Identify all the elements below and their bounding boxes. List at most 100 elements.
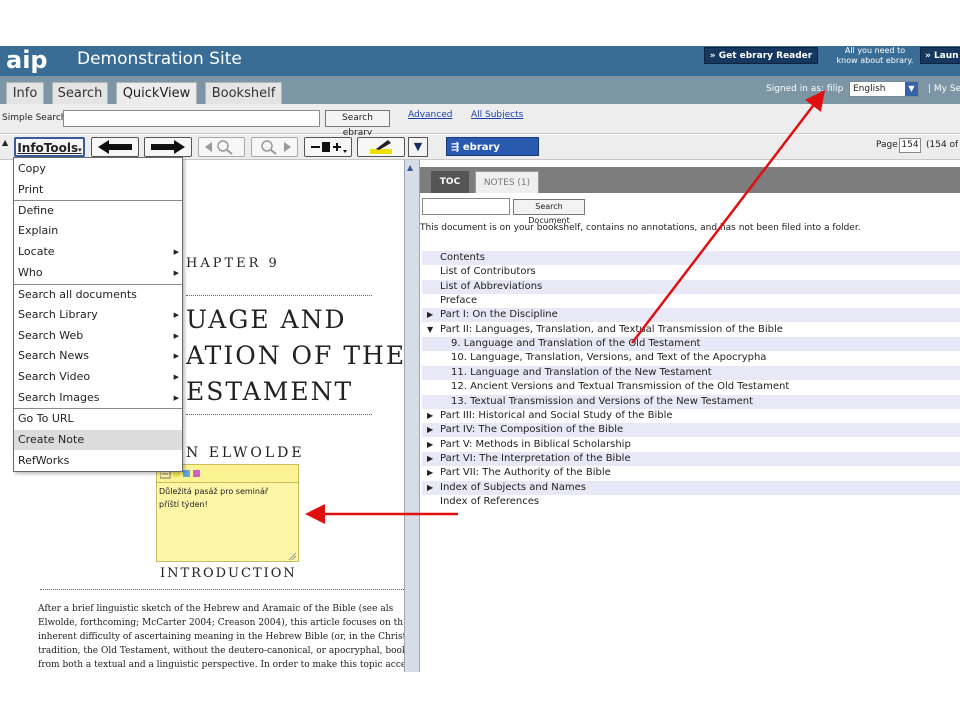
toc-item-label: Part I: On the Discipline xyxy=(440,309,558,321)
document-search-input[interactable] xyxy=(422,198,510,215)
ebrary-reader-button[interactable]: ⇶ ebrary Reader xyxy=(446,137,539,172)
highlighter-icon xyxy=(370,140,392,154)
menu-item-search-library[interactable]: Search Library ▶ xyxy=(14,305,182,325)
menu-item-print[interactable]: Print xyxy=(14,180,182,200)
menu-item-search-all-documents[interactable]: Search all documents xyxy=(14,285,182,305)
about-ebrary-link[interactable]: All you need to know about ebrary. xyxy=(834,46,916,66)
search-document-button[interactable]: Search Document xyxy=(513,199,585,225)
submenu-arrow-icon: ▶ xyxy=(173,373,179,381)
collapsed-triangle-icon[interactable]: ▶ xyxy=(427,452,433,466)
submenu-arrow-icon: ▶ xyxy=(173,352,179,360)
menu-item-locate[interactable]: Locate ▶ xyxy=(14,242,182,262)
previous-search-hit-button[interactable] xyxy=(198,137,245,157)
collapsed-triangle-icon[interactable]: ▶ xyxy=(427,481,433,495)
toc-item-label: 11. Language and Translation of the New … xyxy=(451,366,712,378)
search-ebrary-button[interactable]: Search ebrary xyxy=(325,110,390,138)
menu-item-label: Go To URL xyxy=(18,412,74,425)
previous-page-button[interactable] xyxy=(91,137,139,157)
menu-item-search-images[interactable]: Search Images ▶ xyxy=(14,388,182,408)
next-page-button[interactable] xyxy=(144,137,192,157)
page-plus-icon xyxy=(311,142,347,153)
tab-quickview[interactable]: QuickView xyxy=(116,82,197,104)
menu-item-label: Create Note xyxy=(18,433,85,446)
toc-item-label: Part VII: The Authority of the Bible xyxy=(440,467,611,479)
toc-item[interactable]: ▶ Part VII: The Authority of the Bible xyxy=(422,466,960,480)
toc-item-label: List of Contributors xyxy=(440,266,536,278)
toc-item[interactable]: ▶ Part VI: The Interpretation of the Bibl… xyxy=(422,451,960,466)
tab-notes[interactable]: NOTES (1) xyxy=(475,171,539,193)
more-tools-dropdown-icon[interactable]: ▼ xyxy=(408,137,428,157)
get-ebrary-reader-button[interactable]: » Get ebrary Reader xyxy=(704,47,818,64)
menu-item-go-to-url[interactable]: Go To URL xyxy=(14,409,182,429)
tab-info[interactable]: Info xyxy=(6,82,44,104)
chapter-title-line-2: ATION OF THE xyxy=(186,341,407,370)
menu-item-copy[interactable]: Copy xyxy=(14,159,182,179)
divider xyxy=(186,295,372,296)
simple-search-label: Simple Search: xyxy=(2,113,70,123)
search-forward-icon xyxy=(261,140,291,155)
all-subjects-link[interactable]: All Subjects xyxy=(471,110,523,120)
menu-item-refworks[interactable]: RefWorks xyxy=(14,451,182,471)
toc-item[interactable]: List of Abbreviations xyxy=(422,279,960,294)
menu-item-label: Define xyxy=(18,204,54,217)
toc-item[interactable]: ▶ Part V: Methods in Biblical Scholarship xyxy=(422,438,960,452)
scroll-up-icon[interactable]: ▲ xyxy=(407,163,413,172)
collapsed-triangle-icon[interactable]: ▶ xyxy=(427,308,433,322)
toc-item[interactable]: 12. Ancient Versions and Textual Transmi… xyxy=(422,380,960,394)
pane-splitter[interactable] xyxy=(404,160,420,672)
collapsed-triangle-icon[interactable]: ▶ xyxy=(427,409,433,423)
toc-item[interactable]: Index of References xyxy=(422,495,960,509)
infotools-label: InfoTools xyxy=(17,141,79,155)
toc-item[interactable]: ▶ Part I: On the Discipline xyxy=(422,308,960,323)
toc-item[interactable]: Preface xyxy=(422,294,960,308)
collapsed-triangle-icon[interactable]: ▶ xyxy=(427,466,433,480)
launch-button[interactable]: » Laun xyxy=(920,47,960,64)
my-settings-link[interactable]: | My Set xyxy=(928,84,960,94)
toc-item[interactable]: ▶ Index of Subjects and Names xyxy=(422,480,960,495)
toc-item[interactable]: ▼ Part II: Languages, Translation, and Te… xyxy=(422,323,960,337)
menu-item-define[interactable]: Define xyxy=(14,201,182,221)
page-zoom-button[interactable] xyxy=(304,137,352,157)
tab-bookshelf[interactable]: Bookshelf xyxy=(205,82,282,104)
menu-item-label: Search all documents xyxy=(18,288,137,301)
menu-item-who[interactable]: Who ▶ xyxy=(14,263,182,283)
toc-item[interactable]: Contents xyxy=(422,251,960,265)
toc-item[interactable]: ▶ Part IV: The Composition of the Bible xyxy=(422,423,960,438)
simple-search-input[interactable] xyxy=(63,110,320,127)
menu-item-label: Who xyxy=(18,266,43,279)
toc-item[interactable]: 9. Language and Translation of the Old T… xyxy=(422,337,960,352)
tab-search[interactable]: Search xyxy=(52,82,108,104)
resize-grip-icon[interactable] xyxy=(287,551,297,561)
arrow-right-icon xyxy=(151,140,185,154)
site-title: Demonstration Site xyxy=(77,49,242,69)
menu-item-label: Search Video xyxy=(18,370,91,383)
toc-item[interactable]: 13. Textual Transmission and Versions of… xyxy=(422,394,960,409)
infotools-button[interactable]: InfoTools▾ xyxy=(14,137,85,157)
advanced-search-link[interactable]: Advanced xyxy=(408,110,452,120)
chevron-down-icon[interactable]: ▼ xyxy=(905,82,918,96)
toc-item[interactable]: List of Contributors xyxy=(422,265,960,279)
next-search-hit-button[interactable] xyxy=(251,137,298,157)
submenu-arrow-icon: ▶ xyxy=(173,311,179,319)
toc-item[interactable]: 11. Language and Translation of the New … xyxy=(422,365,960,380)
toc-item[interactable]: ▶ Part III: Historical and Social Study o… xyxy=(422,409,960,423)
expanded-triangle-icon[interactable]: ▼ xyxy=(427,323,433,337)
collapsed-triangle-icon[interactable]: ▶ xyxy=(427,438,433,452)
toc-item-label: Index of References xyxy=(440,495,540,507)
aip-logo: aip xyxy=(4,47,62,73)
collapsed-triangle-icon[interactable]: ▶ xyxy=(427,423,433,437)
collapse-toolbar-icon[interactable]: ▲ xyxy=(2,138,8,147)
page-number-input[interactable]: 154 xyxy=(899,138,921,153)
toc-item-label: 9. Language and Translation of the Old T… xyxy=(451,338,701,350)
sticky-note-text[interactable]: Důležitá pasáž pro seminář příští týden! xyxy=(159,485,268,511)
body-line: from both a textual and a linguistic per… xyxy=(38,660,404,670)
tab-toc[interactable]: TOC xyxy=(431,171,469,193)
menu-item-search-web[interactable]: Search Web ▶ xyxy=(14,326,182,346)
page-count: (154 of 9 xyxy=(926,140,960,150)
menu-item-create-note[interactable]: Create Note xyxy=(14,430,182,450)
toc-item[interactable]: 10. Language, Translation, Versions, and… xyxy=(422,351,960,365)
menu-item-search-video[interactable]: Search Video ▶ xyxy=(14,367,182,387)
menu-item-explain[interactable]: Explain xyxy=(14,221,182,241)
menu-item-search-news[interactable]: Search News ▶ xyxy=(14,346,182,366)
highlight-button[interactable] xyxy=(357,137,405,157)
